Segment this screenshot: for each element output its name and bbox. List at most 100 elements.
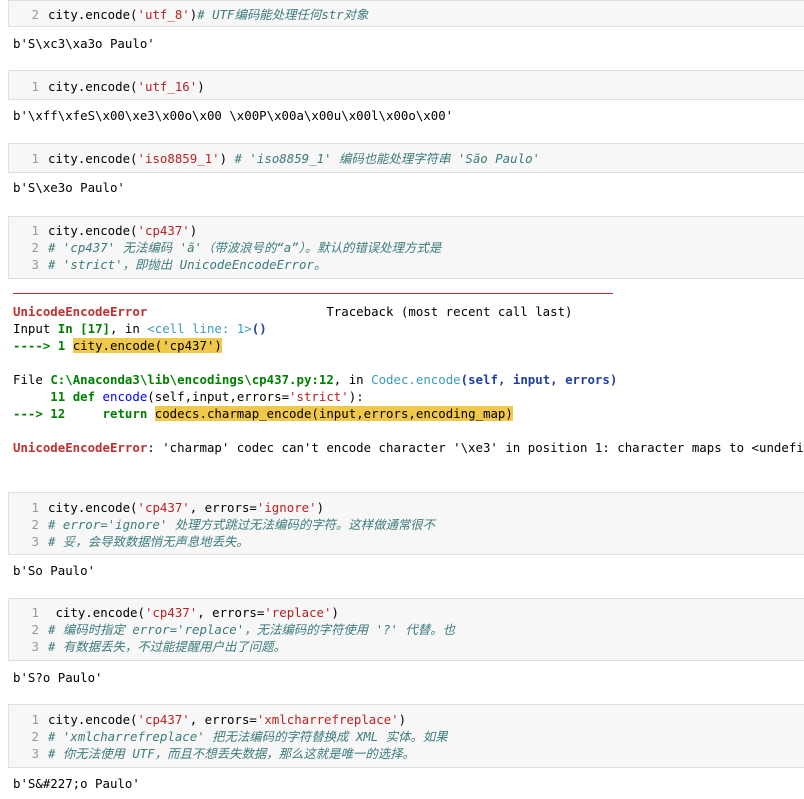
traceback-token: Traceback (most recent call last) bbox=[147, 304, 573, 319]
line-number: 3 bbox=[31, 534, 39, 549]
code-line: 1 city.encode('cp437', errors='replace') bbox=[9, 604, 804, 621]
traceback-token: input bbox=[318, 406, 357, 421]
code-token: 'cp437' bbox=[137, 500, 190, 515]
code-text[interactable]: city.encode('cp437', errors='replace') bbox=[48, 604, 339, 621]
code-text[interactable]: # 'xmlcharrefreplace' 把无法编码的字符替换成 XML 实体… bbox=[48, 728, 448, 745]
code-line: 3 # 'strict'，即抛出 UnicodeEncodeError。 bbox=[9, 256, 804, 273]
code-line: 3 # 妥，会导致数据悄无声息地丢失。 bbox=[9, 533, 804, 550]
line-number: 1 bbox=[31, 151, 39, 166]
code-token: 'cp437' bbox=[137, 712, 190, 727]
code-token: 'replace' bbox=[264, 605, 332, 620]
cell-output: b'\xff\xfeS\x00\xe3\x00o\x00 \x00P\x00a\… bbox=[13, 108, 454, 123]
traceback-token: UnicodeEncodeError bbox=[13, 440, 148, 455]
traceback-line: 11 def encode(self,input,errors='strict'… bbox=[13, 388, 364, 405]
line-number: 2 bbox=[31, 240, 39, 255]
code-line: 2 city.encode('utf_8')# UTF编码能处理任何str对象 bbox=[9, 6, 804, 23]
traceback-token: In [17] bbox=[57, 321, 110, 336]
traceback-token: 11 bbox=[13, 389, 73, 404]
code-text[interactable]: city.encode('iso8859_1') # 'iso8859_1' 编… bbox=[48, 150, 540, 167]
code-cell[interactable]: 2 city.encode('utf_8')# UTF编码能处理任何str对象 bbox=[8, 0, 804, 27]
traceback-token: (self,input,errors= bbox=[147, 389, 290, 404]
traceback-token: codecs.charmap_encode( bbox=[154, 406, 319, 421]
traceback-token: File bbox=[13, 372, 51, 387]
code-token: city.encode( bbox=[48, 151, 138, 166]
line-number: 1 bbox=[31, 605, 39, 620]
code-cell[interactable]: 1 city.encode('cp437', errors='replace')… bbox=[8, 598, 804, 661]
traceback-token: UnicodeEncodeError bbox=[13, 304, 148, 319]
code-text[interactable]: # 你无法使用 UTF，而且不想丢失数据，那么这就是唯一的选择。 bbox=[48, 745, 415, 762]
line-number: 1 bbox=[31, 79, 39, 94]
line-number: 1 bbox=[31, 712, 39, 727]
code-token: city.encode( bbox=[48, 79, 138, 94]
code-line: 3 # 你无法使用 UTF，而且不想丢失数据，那么这就是唯一的选择。 bbox=[9, 745, 804, 762]
code-text[interactable]: city.encode('cp437') bbox=[48, 222, 197, 239]
code-text[interactable]: # 编码时指定 error='replace'，无法编码的字符使用 '?' 代替… bbox=[48, 621, 455, 638]
traceback-token: C:\Anaconda3\lib\encodings\cp437.py:12 bbox=[50, 372, 334, 387]
code-token: ) bbox=[197, 79, 205, 94]
code-token: # 妥，会导致数据悄无声息地丢失。 bbox=[48, 534, 249, 549]
code-token: , errors= bbox=[189, 500, 257, 515]
traceback-token: (self, input, errors) bbox=[460, 372, 618, 387]
code-token: city.encode( bbox=[48, 223, 138, 238]
code-cell[interactable]: 1 city.encode('cp437', errors='xmlcharref… bbox=[8, 704, 804, 768]
code-token: # error='ignore' 处理方式跳过无法编码的字符。这样做通常很不 bbox=[48, 517, 436, 532]
traceback-line: ----> 1 city.encode('cp437') bbox=[13, 337, 222, 354]
traceback-token: Input bbox=[13, 321, 58, 336]
code-token: 'utf_16' bbox=[137, 79, 198, 94]
code-token: ) bbox=[331, 605, 339, 620]
code-text[interactable]: # error='ignore' 处理方式跳过无法编码的字符。这样做通常很不 bbox=[48, 516, 435, 533]
code-cell[interactable]: 1 city.encode('utf_16') bbox=[8, 70, 804, 100]
code-cell[interactable]: 1 city.encode('cp437') 2 # 'cp437' 无法编码 'ã'… bbox=[8, 216, 804, 279]
code-token: # UTF编码能处理任何str对象 bbox=[197, 7, 369, 22]
code-text[interactable]: # 'strict'，即抛出 UnicodeEncodeError。 bbox=[48, 256, 326, 273]
line-number: 2 bbox=[31, 517, 39, 532]
code-line: 1 city.encode('iso8859_1') # 'iso8859_1' … bbox=[9, 150, 804, 167]
code-text[interactable]: city.encode('utf_8')# UTF编码能处理任何str对象 bbox=[48, 6, 368, 23]
traceback-token: <cell line: 1> bbox=[147, 321, 252, 336]
traceback-token: , in bbox=[333, 372, 372, 387]
code-token: # 编码时指定 error='replace'，无法编码的字符使用 '?' 代替… bbox=[48, 622, 455, 637]
traceback-separator bbox=[13, 293, 613, 294]
traceback-token: ): bbox=[348, 389, 364, 404]
code-line: 3 # 有数据丢失，不过能提醒用户出了问题。 bbox=[9, 638, 804, 655]
traceback-token: def bbox=[72, 389, 103, 404]
code-text[interactable]: city.encode('utf_16') bbox=[48, 78, 205, 95]
cell-output: b'So Paulo' bbox=[13, 563, 96, 578]
code-line: 2 # 编码时指定 error='replace'，无法编码的字符使用 '?' 代… bbox=[9, 621, 804, 638]
code-line: 1 city.encode('cp437', errors='xmlcharref… bbox=[9, 711, 804, 728]
code-line: 1 city.encode('cp437', errors='ignore') bbox=[9, 499, 804, 516]
code-text[interactable]: # 'cp437' 无法编码 'ã'（带波浪号的“a”）。默认的错误处理方式是 bbox=[48, 239, 441, 256]
traceback-line: File C:\Anaconda3\lib\encodings\cp437.py… bbox=[13, 371, 617, 388]
code-token: # 'strict'，即抛出 UnicodeEncodeError。 bbox=[48, 257, 327, 272]
code-token: ) bbox=[398, 712, 407, 727]
traceback-token: , in bbox=[109, 321, 148, 336]
code-token: 'iso8859_1' bbox=[137, 151, 220, 166]
line-number: 3 bbox=[31, 257, 39, 272]
traceback-token: return bbox=[102, 406, 155, 421]
code-token: city.encode( bbox=[48, 500, 138, 515]
traceback-token: ----> 1 bbox=[13, 338, 73, 353]
cell-output: b'S?o Paulo' bbox=[13, 670, 103, 685]
code-line: 1 city.encode('cp437') bbox=[9, 222, 804, 239]
line-number: 1 bbox=[31, 223, 39, 238]
line-number: 1 bbox=[31, 500, 39, 515]
code-cell[interactable]: 1 city.encode('cp437', errors='ignore') 2 #… bbox=[8, 492, 804, 555]
code-text[interactable]: city.encode('cp437', errors='xmlcharrefr… bbox=[48, 711, 406, 728]
traceback-token: () bbox=[251, 321, 267, 336]
code-text[interactable]: city.encode('cp437', errors='ignore') bbox=[48, 499, 324, 516]
traceback-token: ,errors,encoding_map) bbox=[356, 406, 513, 421]
line-number: 2 bbox=[31, 729, 39, 744]
code-cell[interactable]: 1 city.encode('iso8859_1') # 'iso8859_1' … bbox=[8, 143, 804, 173]
code-token: 'utf_8' bbox=[137, 7, 190, 22]
code-token: , errors= bbox=[197, 605, 265, 620]
traceback-token: ---> 12 bbox=[13, 406, 73, 421]
traceback-token: city.encode('cp437') bbox=[72, 338, 222, 353]
code-line: 1 city.encode('utf_16') bbox=[9, 78, 804, 95]
code-text[interactable]: # 妥，会导致数据悄无声息地丢失。 bbox=[48, 533, 249, 550]
code-token: # 有数据丢失，不过能提醒用户出了问题。 bbox=[48, 639, 286, 654]
code-line: 2 # 'xmlcharrefreplace' 把无法编码的字符替换成 XML 实… bbox=[9, 728, 804, 745]
code-token: # 'xmlcharrefreplace' 把无法编码的字符替换成 XML 实体… bbox=[48, 729, 448, 744]
code-token: # 你无法使用 UTF，而且不想丢失数据，那么这就是唯一的选择。 bbox=[48, 746, 415, 761]
code-text[interactable]: # 有数据丢失，不过能提醒用户出了问题。 bbox=[48, 638, 286, 655]
code-token: ) bbox=[189, 223, 198, 238]
